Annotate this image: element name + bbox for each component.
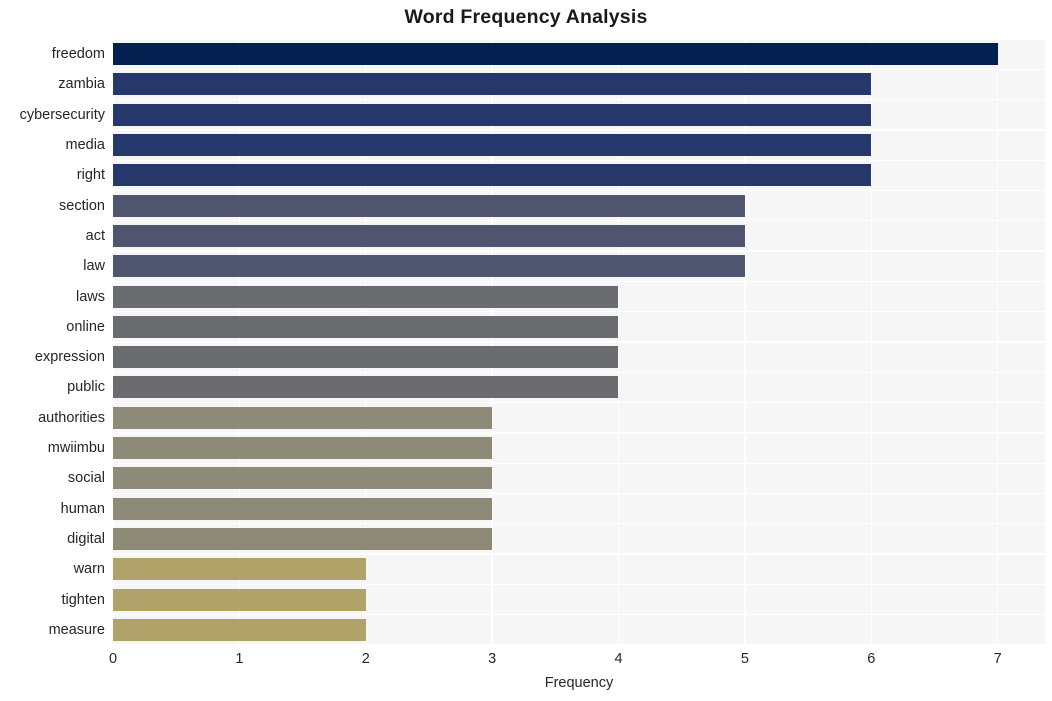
y-axis-tick-label: mwiimbu (47, 440, 105, 457)
y-axis-tick-label: right (76, 167, 105, 184)
bar (113, 558, 366, 581)
bar (113, 103, 872, 126)
gridline-horizontal (113, 583, 1045, 586)
x-axis-tick-label: 0 (108, 651, 118, 667)
y-axis-tick-label: measure (48, 621, 105, 638)
bar (113, 134, 872, 157)
gridline-horizontal (113, 159, 1045, 161)
y-axis-tick-label: human (60, 500, 105, 517)
y-axis-tick-label: expression (34, 349, 105, 366)
y-axis-tick-label: public (67, 379, 105, 396)
x-axis-tick-label: 2 (361, 651, 370, 667)
gridline-horizontal (113, 553, 1045, 555)
x-axis-tick-label: 6 (867, 651, 876, 667)
bar (113, 43, 998, 66)
bar (113, 285, 619, 308)
gridline-horizontal (113, 220, 1045, 222)
bar (113, 73, 872, 96)
gridline-horizontal (113, 98, 1045, 101)
bar (113, 588, 366, 611)
y-axis-tick-label: section (59, 197, 105, 214)
y-axis-tick-label: zambia (58, 76, 105, 93)
bar (113, 164, 872, 187)
gridline-horizontal (113, 644, 1045, 645)
gridline-horizontal (113, 401, 1045, 404)
x-axis-tick-label: 7 (993, 651, 1002, 667)
gridline-horizontal (113, 129, 1045, 131)
chart-figure: Word Frequency Analysis freedom zambia cyb… (0, 0, 1052, 701)
y-axis-tick-label: laws (75, 288, 105, 305)
gridline-horizontal (113, 68, 1045, 70)
gridline-horizontal (113, 523, 1045, 525)
x-axis-tick-label: 5 (740, 651, 749, 667)
plot-area (113, 39, 1045, 645)
y-axis-tick-label: warn (73, 561, 105, 578)
gridline-horizontal (113, 371, 1045, 373)
gridline-horizontal (113, 250, 1045, 252)
gridline-horizontal (113, 189, 1045, 192)
x-axis-tick-label: 3 (488, 651, 497, 667)
bar (113, 497, 493, 520)
y-axis-tick-label: freedom (51, 46, 105, 63)
bar (113, 255, 745, 278)
y-axis-tick-label: digital (67, 530, 105, 547)
bar (113, 224, 745, 247)
x-axis-label: Frequency (544, 675, 614, 691)
gridline-horizontal (113, 341, 1045, 343)
y-axis-tick-label: online (66, 318, 105, 335)
y-axis-tick-label: authorities (38, 409, 105, 426)
bar (113, 346, 619, 369)
gridline-horizontal (113, 614, 1045, 616)
gridline-horizontal (113, 492, 1045, 495)
y-axis-tick-label: social (67, 470, 105, 487)
gridline-horizontal (113, 462, 1045, 464)
bar (113, 467, 493, 490)
bar (113, 527, 493, 550)
bar (113, 376, 619, 399)
x-axis-tick-label: 1 (235, 651, 244, 667)
gridline-horizontal (113, 432, 1045, 434)
y-axis-tick-label: cybersecurity (19, 106, 105, 123)
gridline-horizontal (113, 311, 1045, 313)
bar (113, 618, 366, 641)
gridline-horizontal (113, 39, 1045, 40)
y-axis-tick-label: law (83, 258, 105, 275)
chart-title: Word Frequency Analysis (404, 6, 648, 28)
y-axis-tick-label: act (85, 227, 105, 244)
bar (113, 437, 493, 460)
bar (113, 315, 619, 338)
gridline-horizontal (113, 280, 1045, 283)
y-axis-tick-label: tighten (61, 591, 105, 608)
x-axis-tick-label: 4 (614, 651, 623, 667)
bar (113, 194, 745, 217)
bar (113, 406, 493, 429)
y-axis-tick-label: media (65, 137, 106, 154)
